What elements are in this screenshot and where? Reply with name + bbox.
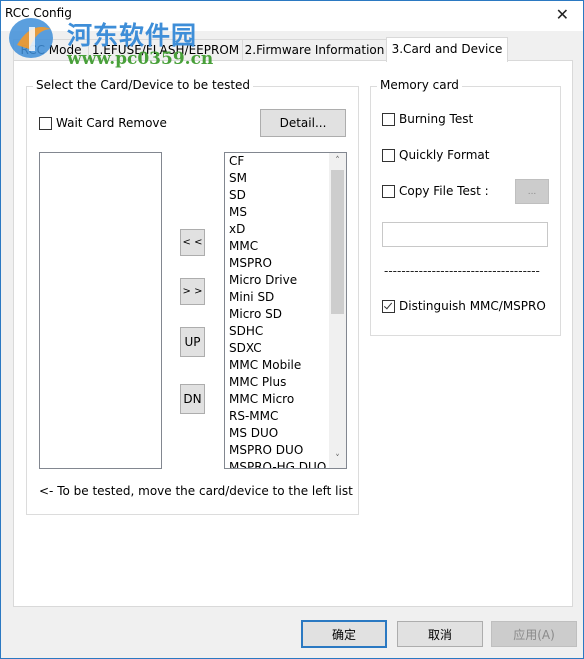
browse-button[interactable]: ... <box>515 179 549 204</box>
apply-button[interactable]: 应用(A) <box>491 621 577 647</box>
selected-devices-list[interactable] <box>39 152 162 469</box>
detail-button[interactable]: Detail... <box>260 109 346 137</box>
select-card-device-group: Select the Card/Device to be tested Wait… <box>26 78 359 515</box>
burning-test-checkbox[interactable]: Burning Test <box>382 112 473 126</box>
move-hint-text: <- To be tested, move the card/device to… <box>39 484 353 498</box>
tab-rcc-mode[interactable]: RCC Mode <box>13 39 89 60</box>
wait-card-remove-label: Wait Card Remove <box>56 116 167 130</box>
close-icon[interactable]: ✕ <box>556 5 569 24</box>
memory-card-group: Memory card Burning Test Quickly Format … <box>370 78 561 336</box>
window-title: RCC Config <box>5 6 72 20</box>
select-group-label: Select the Card/Device to be tested <box>33 78 254 92</box>
list-item[interactable]: MMC Micro <box>225 391 346 408</box>
list-item[interactable]: xD <box>225 221 346 238</box>
wait-card-remove-checkbox[interactable]: Wait Card Remove <box>39 116 167 130</box>
list-item[interactable]: SDXC <box>225 340 346 357</box>
list-item[interactable]: MMC <box>225 238 346 255</box>
available-devices-items: CF SM SD MS xD MMC MSPRO Micro Drive Mini SD Micr… <box>225 153 346 468</box>
card-and-device-panel: Select the Card/Device to be tested Wait… <box>13 60 573 607</box>
available-devices-list[interactable]: CF SM SD MS xD MMC MSPRO Micro Drive Mini SD Micr… <box>224 152 347 469</box>
list-item[interactable]: MMC Mobile <box>225 357 346 374</box>
copy-file-test-checkbox[interactable]: Copy File Test : <box>382 184 489 198</box>
distinguish-mmc-mspro-label: Distinguish MMC/MSPRO <box>399 299 546 313</box>
move-left-button[interactable]: < < <box>180 229 205 256</box>
list-item[interactable]: MS DUO <box>225 425 346 442</box>
list-item[interactable]: Micro SD <box>225 306 346 323</box>
list-item[interactable]: RS-MMC <box>225 408 346 425</box>
list-item[interactable]: MMC Plus <box>225 374 346 391</box>
available-devices-scrollbar[interactable]: ˄ ˅ <box>329 153 346 468</box>
memory-group-label: Memory card <box>377 78 462 92</box>
move-right-button[interactable]: > > <box>180 278 205 305</box>
wait-card-remove-box[interactable] <box>39 116 52 130</box>
scroll-thumb[interactable] <box>331 170 344 314</box>
tab-card-and-device[interactable]: 3.Card and Device <box>386 37 508 62</box>
quickly-format-label: Quickly Format <box>399 148 490 162</box>
rcc-config-window: RCC Config ✕ RCC Mode 1.EFUSE/FLASH/EEPR… <box>0 0 584 659</box>
separator-dashes: ------------------------------------ <box>384 264 540 278</box>
list-item[interactable]: MSPRO-HG DUO <box>225 459 346 468</box>
quickly-format-checkbox[interactable]: Quickly Format <box>382 148 489 162</box>
copy-file-path-field[interactable] <box>382 222 548 247</box>
move-down-button[interactable]: DN <box>180 384 205 414</box>
list-item[interactable]: MSPRO DUO <box>225 442 346 459</box>
scroll-up-arrow-icon[interactable]: ˄ <box>329 153 346 170</box>
list-item[interactable]: MSPRO <box>225 255 346 272</box>
list-item[interactable]: Micro Drive <box>225 272 346 289</box>
tab-firmware-information[interactable]: 2.Firmware Information <box>242 39 387 60</box>
scroll-down-arrow-icon[interactable]: ˅ <box>329 451 346 468</box>
quickly-format-box[interactable] <box>382 148 395 162</box>
list-item[interactable]: CF <box>225 153 346 170</box>
list-item[interactable]: SDHC <box>225 323 346 340</box>
title-bar: RCC Config ✕ <box>1 1 583 31</box>
list-item[interactable]: Mini SD <box>225 289 346 306</box>
copy-file-test-box[interactable] <box>382 184 395 198</box>
list-item[interactable]: SM <box>225 170 346 187</box>
list-item[interactable]: SD <box>225 187 346 204</box>
burning-test-box[interactable] <box>382 112 395 126</box>
distinguish-mmc-mspro-checkbox[interactable]: Distinguish MMC/MSPRO <box>382 299 546 313</box>
burning-test-label: Burning Test <box>399 112 474 126</box>
ok-button[interactable]: 确定 <box>301 620 387 648</box>
copy-file-test-label: Copy File Test : <box>399 184 489 198</box>
list-item[interactable]: MS <box>225 204 346 221</box>
distinguish-mmc-mspro-box[interactable] <box>382 299 395 313</box>
tab-efuse-flash-eeprom[interactable]: 1.EFUSE/FLASH/EEPROM <box>88 39 243 60</box>
cancel-button[interactable]: 取消 <box>397 621 483 647</box>
move-up-button[interactable]: UP <box>180 327 205 357</box>
